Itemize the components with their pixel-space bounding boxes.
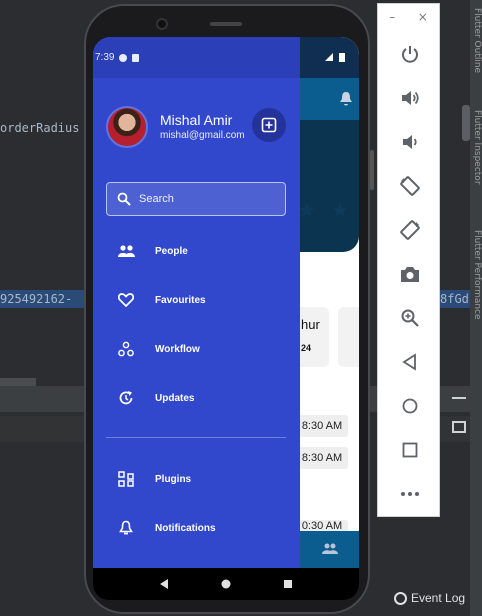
drawer-item-label: Workflow (155, 343, 200, 355)
bell-icon (117, 519, 135, 537)
more-button[interactable] (378, 472, 441, 516)
drawer-item-plugins[interactable]: Plugins (93, 459, 300, 499)
event-log-icon (394, 591, 407, 605)
home-icon (402, 398, 417, 414)
flutter-performance-tab[interactable]: Flutter Performance (470, 230, 482, 320)
people-icon (117, 242, 135, 260)
phone-side-button (370, 150, 374, 190)
rotate-right-button[interactable] (378, 208, 441, 252)
emulator-window-controls: – × (378, 4, 439, 32)
ide-tab (0, 378, 36, 386)
drawer-status-bar: 7:39 (93, 37, 300, 78)
screenshot-button[interactable] (378, 252, 441, 296)
drawer-item-notifications[interactable]: Notifications (93, 508, 300, 548)
ide-panel-row (0, 416, 84, 442)
avatar[interactable] (106, 106, 148, 148)
add-box-icon (261, 117, 277, 133)
event-log-button[interactable]: Event Log (394, 591, 465, 605)
plugins-icon (117, 470, 135, 488)
flutter-inspector-tab[interactable]: Flutter Inspector (470, 110, 482, 185)
user-name: Mishal Amir (160, 112, 233, 128)
drawer-item-people[interactable]: People (93, 231, 300, 271)
overview-button[interactable] (378, 428, 441, 472)
user-email: mishal@gmail.com (160, 130, 245, 141)
drawer-item-label: People (155, 245, 188, 257)
app-bottom-bar (300, 531, 359, 568)
status-icons (325, 53, 345, 62)
search-icon (117, 192, 131, 206)
time-chip: 8:30 AM (296, 415, 348, 437)
ide-scrollbar[interactable] (462, 105, 470, 141)
more-icon (400, 492, 419, 496)
home-icon[interactable] (220, 578, 232, 590)
home-button[interactable] (378, 384, 441, 428)
code-highlight-left: 925492162- (0, 290, 84, 308)
minimize-button[interactable]: – (389, 10, 395, 32)
rotate-left-button[interactable] (378, 164, 441, 208)
code-line: orderRadius (0, 121, 80, 135)
emulator-toolbar: – × (377, 3, 440, 517)
zoom-button[interactable] (378, 296, 441, 340)
code-highlight-right: 8fGd (440, 290, 470, 308)
volume-up-button[interactable] (378, 76, 441, 120)
back-button[interactable] (378, 340, 441, 384)
overview-icon (402, 442, 417, 458)
search-input[interactable] (139, 193, 279, 205)
drawer-item-label: Notifications (155, 522, 216, 534)
card-subtitle: 24 (301, 343, 312, 353)
status-sim-icon (132, 53, 140, 62)
zoom-icon (401, 309, 419, 327)
power-button[interactable] (378, 32, 441, 76)
people-icon[interactable] (322, 543, 338, 555)
star-icon: ★ (331, 198, 349, 222)
android-nav-bar (93, 568, 359, 600)
star-icon: ★ (298, 198, 316, 222)
status-time: 7:39 (95, 52, 115, 63)
overview-icon[interactable] (282, 578, 294, 590)
add-button[interactable] (252, 108, 286, 142)
drawer-divider (106, 437, 286, 438)
back-icon[interactable] (158, 578, 170, 590)
rotate-right-icon (399, 220, 420, 240)
power-icon (401, 46, 418, 63)
drawer-item-label: Favourites (155, 294, 206, 306)
minimize-panel-icon[interactable] (452, 397, 466, 399)
bell-icon[interactable] (339, 91, 353, 107)
layout-icon[interactable] (452, 421, 466, 433)
drawer-item-updates[interactable]: Updates (93, 378, 300, 418)
front-camera (156, 18, 168, 30)
drawer-item-favourites[interactable]: Favourites (93, 280, 300, 320)
status-dot-icon (119, 53, 128, 62)
volume-down-button[interactable] (378, 120, 441, 164)
heart-icon (117, 291, 135, 309)
search-field[interactable] (106, 182, 286, 216)
drawer-item-label: Updates (155, 392, 195, 404)
camera-icon (400, 267, 419, 282)
app-card[interactable] (338, 307, 359, 367)
flutter-outline-tab[interactable]: Flutter Outline (470, 8, 482, 73)
card-title: hur (301, 317, 320, 332)
rotate-left-icon (399, 176, 420, 196)
back-icon (401, 353, 416, 371)
drawer-item-workflow[interactable]: Workflow (93, 329, 300, 369)
workflow-icon (117, 340, 135, 358)
event-log-label: Event Log (411, 591, 466, 605)
volume-down-icon (402, 135, 417, 149)
speaker (210, 22, 242, 26)
close-button[interactable]: × (418, 10, 428, 32)
updates-icon (117, 389, 135, 407)
volume-up-icon (401, 91, 419, 105)
navigation-drawer: 7:39 Mishal Amir mishal@gmail.com People (93, 37, 300, 568)
phone-screen: ★ ★ hur 24 8:30 AM 8:30 AM 0:30 AM 7:39 … (93, 37, 359, 568)
time-chip: 8:30 AM (296, 447, 348, 469)
drawer-item-label: Plugins (155, 473, 192, 485)
